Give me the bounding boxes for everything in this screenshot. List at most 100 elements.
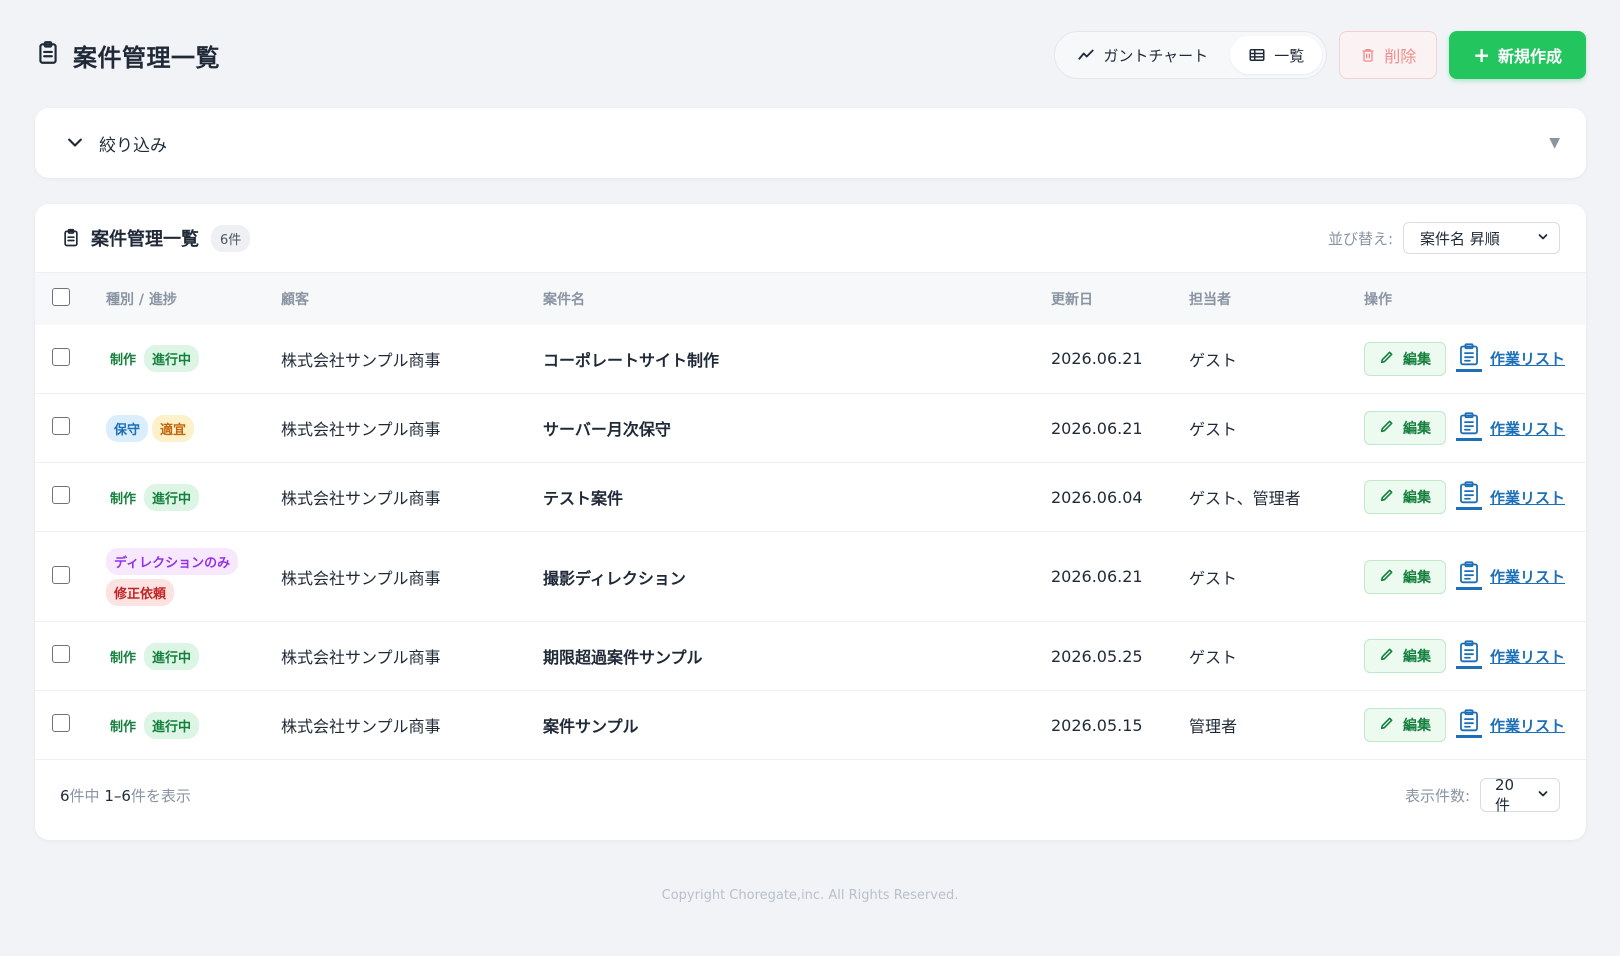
- type-cell: 制作 進行中: [106, 622, 281, 691]
- header-actions: 操作: [1364, 291, 1392, 308]
- case-table: 種別 / 進捗 顧客 案件名 更新日 担当者 操作 制作 進行中 株式会社サンプル…: [35, 272, 1586, 760]
- actions-cell: 編集 作業リスト: [1364, 394, 1586, 463]
- edit-label: 編集: [1403, 351, 1431, 368]
- task-list-label: 作業リスト: [1490, 647, 1566, 666]
- new-case-button[interactable]: + 新規作成: [1449, 31, 1586, 79]
- row-checkbox[interactable]: [52, 347, 70, 366]
- task-list-link[interactable]: 作業リスト: [1456, 411, 1565, 445]
- date-cell: 2026.05.25: [1051, 646, 1143, 666]
- filter-left: 絞り込み: [65, 131, 167, 156]
- status-badge: 制作: [110, 353, 137, 369]
- caret-down-icon: ▼: [1549, 135, 1560, 151]
- task-list-link[interactable]: 作業リスト: [1456, 480, 1565, 514]
- row-checkbox[interactable]: [52, 714, 70, 732]
- header-type: 種別 / 進捗: [106, 291, 177, 308]
- row-checkbox[interactable]: [52, 645, 70, 663]
- task-list-link[interactable]: 作業リスト: [1456, 341, 1565, 376]
- pencil-icon: [1379, 418, 1395, 438]
- per-page-label: 表示件数:: [1404, 786, 1470, 805]
- type-cell: ディレクションのみ 修正依頼: [106, 532, 281, 622]
- owner-cell: 管理者: [1189, 717, 1238, 736]
- case-list-card: 案件管理一覧 6件 並び替え: 案件名 昇順 種別 / 進捗 顧客 案件名 更新…: [35, 204, 1586, 840]
- edit-button[interactable]: 編集: [1364, 639, 1446, 673]
- case-name-cell: 案件サンプル: [543, 717, 639, 736]
- task-list-icon: [1456, 639, 1482, 673]
- owner-cell: ゲスト: [1189, 420, 1238, 439]
- row-select-cell: [35, 622, 106, 691]
- clipboard-icon: [35, 40, 61, 70]
- table-row: 制作 進行中 株式会社サンプル商事 案件サンプル 2026.05.15 管理者 編…: [35, 691, 1586, 760]
- table-row: 制作 進行中 株式会社サンプル商事 コーポレートサイト制作 2026.06.21 …: [35, 325, 1586, 394]
- page-header: 案件管理一覧 ガントチャート 一覧 削除 + 新規作成: [35, 30, 1586, 80]
- delete-label: 削除: [1384, 47, 1417, 66]
- actions-cell: 編集 作業リスト: [1364, 691, 1586, 760]
- row-select-cell: [35, 691, 106, 760]
- view-gantt-button[interactable]: ガントチャート: [1059, 36, 1226, 74]
- client-cell: 株式会社サンプル商事: [281, 648, 441, 667]
- date-cell: 2026.06.21: [1051, 418, 1143, 438]
- task-list-icon: [1456, 708, 1482, 742]
- new-case-label: 新規作成: [1497, 47, 1562, 66]
- filter-panel-toggle[interactable]: 絞り込み ▼: [35, 108, 1586, 178]
- row-checkbox[interactable]: [52, 417, 70, 435]
- chevron-down-icon: [68, 138, 82, 147]
- badge-group: 保守 適宜: [106, 414, 256, 442]
- edit-button[interactable]: 編集: [1364, 708, 1446, 742]
- owner-cell: ゲスト: [1189, 568, 1238, 588]
- date-cell: 2026.05.15: [1051, 715, 1143, 735]
- delete-button[interactable]: 削除: [1339, 31, 1438, 79]
- case-name-cell: 期限超過案件サンプル: [543, 648, 703, 667]
- edit-button[interactable]: 編集: [1364, 480, 1446, 514]
- clipboard-icon: [64, 228, 78, 247]
- task-list-label: 作業リスト: [1490, 716, 1566, 735]
- list-header: 案件管理一覧 6件 並び替え: 案件名 昇順: [35, 204, 1586, 272]
- task-list-link[interactable]: 作業リスト: [1456, 639, 1565, 673]
- pencil-icon: [1379, 487, 1395, 507]
- actions-cell: 編集 作業リスト: [1364, 325, 1586, 394]
- case-name-cell: テスト案件: [543, 489, 624, 508]
- select-all-checkbox[interactable]: [52, 287, 70, 306]
- view-toggle: ガントチャート 一覧: [1054, 31, 1328, 79]
- range-mid: 件中: [69, 786, 105, 805]
- date-cell: 2026.06.21: [1051, 567, 1143, 586]
- chevron-down-icon: [1537, 231, 1549, 246]
- task-list-link[interactable]: 作業リスト: [1456, 708, 1565, 742]
- table-header-row: 種別 / 進捗 顧客 案件名 更新日 担当者 操作: [35, 272, 1586, 325]
- range-text: 6件中 1–6件を表示: [60, 785, 191, 806]
- edit-button[interactable]: 編集: [1364, 341, 1446, 376]
- list-footer: 6件中 1–6件を表示 表示件数: 20件: [35, 760, 1586, 830]
- view-list-label: 一覧: [1274, 46, 1305, 65]
- status-badge: 制作: [110, 719, 137, 735]
- case-name-cell: 撮影ディレクション: [543, 568, 686, 588]
- status-badge: ディレクションのみ: [106, 547, 239, 575]
- case-name-cell: コーポレートサイト制作: [543, 350, 720, 370]
- row-select-cell: [35, 394, 106, 463]
- table-row: 制作 進行中 株式会社サンプル商事 テスト案件 2026.06.04 ゲスト、管理…: [35, 463, 1586, 532]
- per-page-select[interactable]: 20件: [1480, 776, 1560, 814]
- header-actions: ガントチャート 一覧 削除 + 新規作成: [1054, 31, 1586, 79]
- copyright: Copyright Choregate,inc. All Rights Rese…: [661, 888, 959, 903]
- task-list-icon: [1456, 480, 1482, 514]
- header-select-all: [35, 273, 106, 325]
- status-badge: 制作: [110, 650, 137, 666]
- task-list-label: 作業リスト: [1490, 488, 1566, 507]
- owner-cell: ゲスト、管理者: [1189, 489, 1301, 508]
- sort-select[interactable]: 案件名 昇順: [1403, 222, 1560, 254]
- client-cell: 株式会社サンプル商事: [281, 489, 441, 508]
- pencil-icon: [1379, 349, 1395, 369]
- pencil-icon: [1379, 646, 1395, 666]
- task-list-link[interactable]: 作業リスト: [1456, 559, 1565, 594]
- edit-button[interactable]: 編集: [1364, 559, 1446, 594]
- row-actions: 編集 作業リスト: [1364, 341, 1586, 376]
- row-checkbox[interactable]: [52, 565, 70, 584]
- badge-group: 制作 進行中: [106, 642, 256, 670]
- row-actions: 編集 作業リスト: [1364, 559, 1586, 594]
- task-list-icon: [1456, 341, 1482, 376]
- edit-button[interactable]: 編集: [1364, 411, 1446, 445]
- status-badge: 修正依頼: [106, 578, 175, 606]
- view-list-button[interactable]: 一覧: [1230, 36, 1323, 74]
- edit-label: 編集: [1403, 490, 1431, 506]
- row-checkbox[interactable]: [52, 486, 70, 504]
- edit-label: 編集: [1403, 569, 1431, 586]
- row-select-cell: [35, 463, 106, 532]
